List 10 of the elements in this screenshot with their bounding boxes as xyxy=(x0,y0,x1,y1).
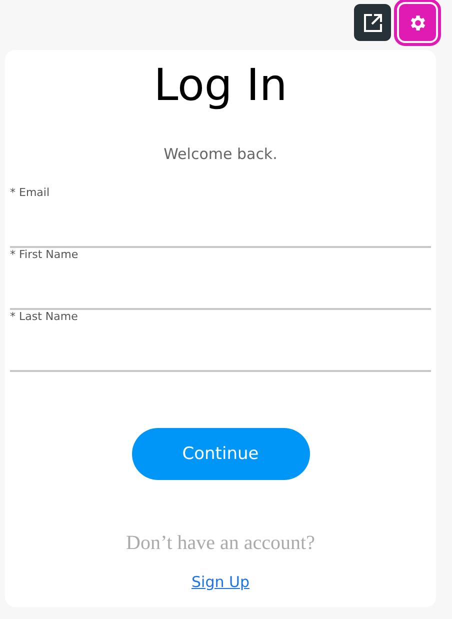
page-title: Log In xyxy=(154,59,288,113)
input-field[interactable]: * First Name xyxy=(10,248,431,310)
input-field[interactable]: * Email xyxy=(10,186,431,248)
open-external-icon xyxy=(362,12,382,32)
open-external-button[interactable] xyxy=(354,4,391,41)
sign-up-link[interactable]: Sign Up xyxy=(192,573,250,591)
welcome-text: Welcome back. xyxy=(164,145,278,163)
settings-button[interactable] xyxy=(399,4,436,41)
signup-prompt: Don’t have an account? xyxy=(126,532,315,555)
input-field[interactable]: * Last Name xyxy=(10,310,431,372)
